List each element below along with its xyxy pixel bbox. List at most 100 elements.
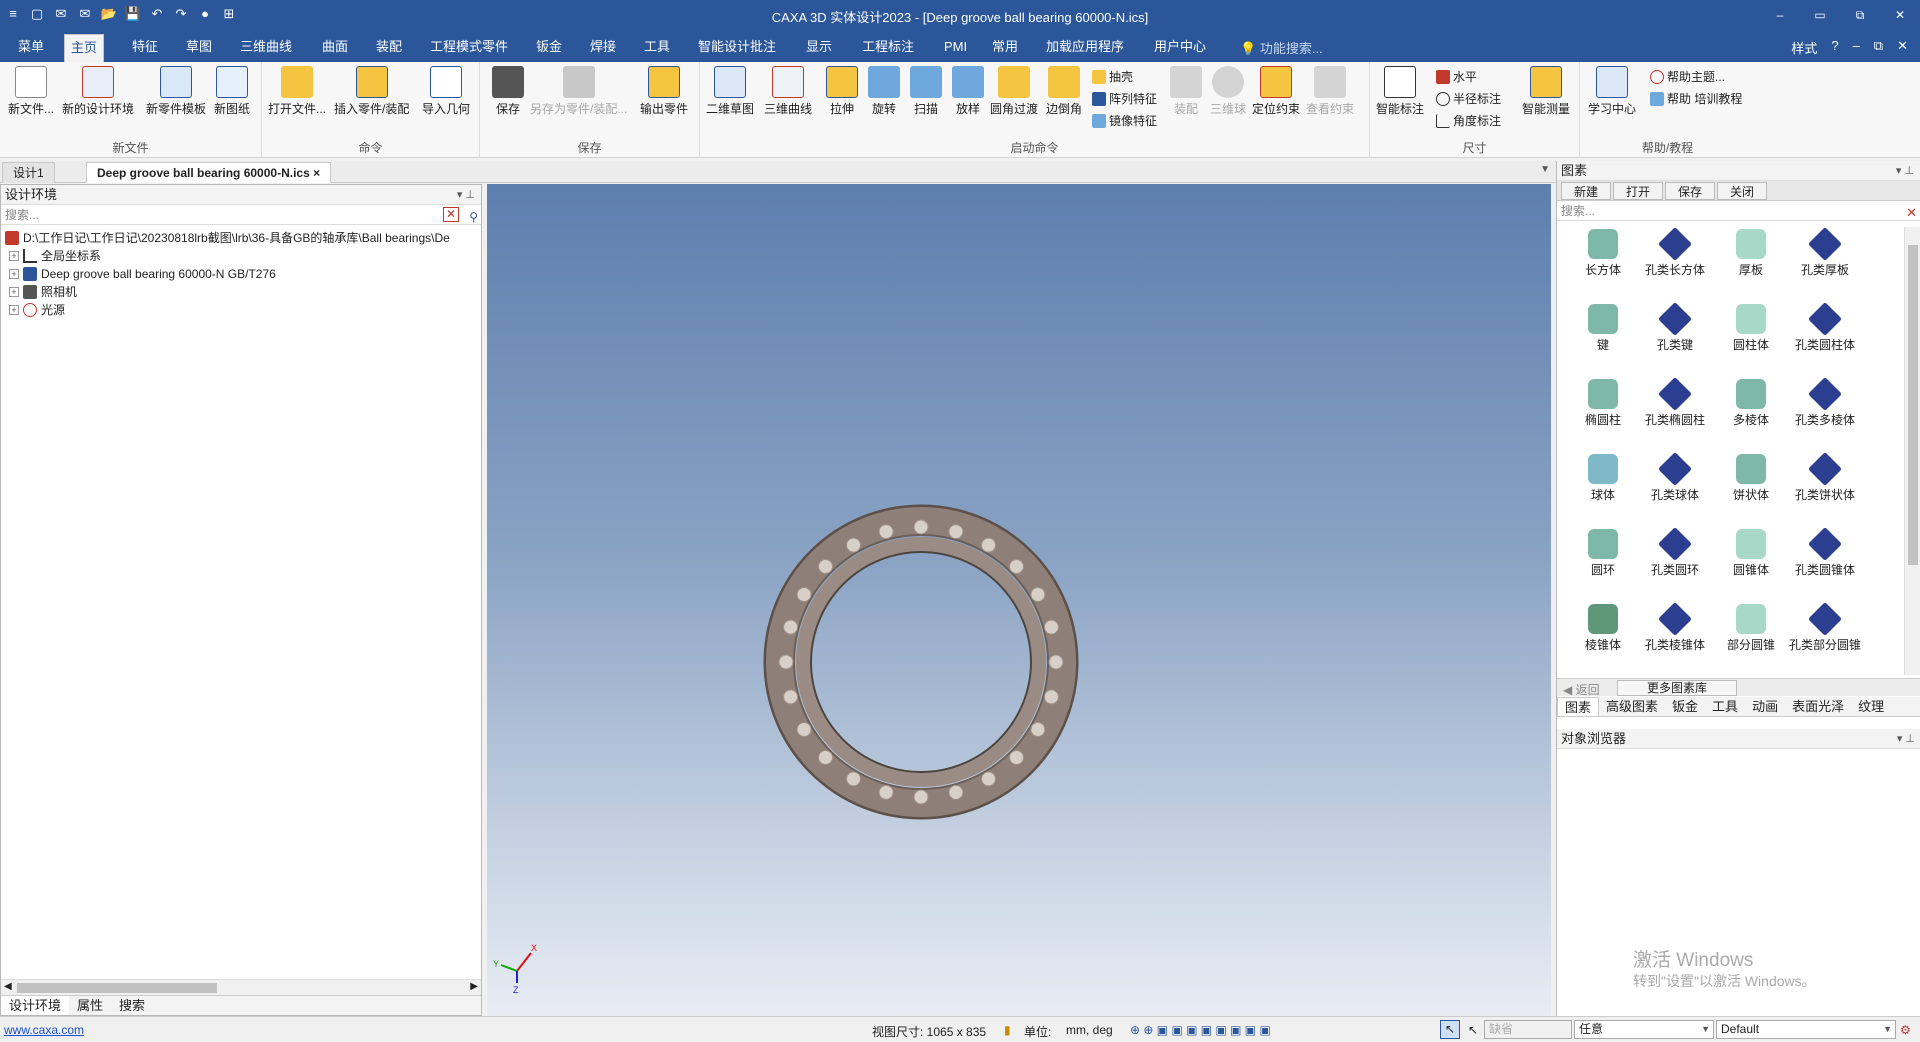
- library-item[interactable]: 孔类多棱体: [1787, 377, 1863, 428]
- style-combo[interactable]: Default ▼: [1716, 1020, 1896, 1039]
- new-part-template-button[interactable]: 新零件模板: [146, 66, 206, 117]
- library-item[interactable]: 部分圆锥: [1713, 604, 1789, 653]
- tab-weld[interactable]: 焊接: [584, 34, 622, 62]
- style-menu[interactable]: 样式: [1791, 38, 1817, 57]
- revolve-button[interactable]: 旋转: [868, 66, 900, 117]
- ribbon-close-icon[interactable]: ✕: [1897, 38, 1908, 57]
- learning-center-button[interactable]: 学习中心: [1588, 66, 1636, 117]
- lib-tab-texture[interactable]: 纹理: [1851, 697, 1891, 716]
- close-button[interactable]: ✕: [1880, 0, 1920, 30]
- library-item[interactable]: 孔类椭圆柱: [1637, 377, 1713, 428]
- tab-feature[interactable]: 特征: [126, 34, 164, 62]
- render-icon[interactable]: ⚙: [1900, 1023, 1911, 1037]
- horizontal-button[interactable]: 水平: [1436, 68, 1477, 85]
- expand-icon[interactable]: +: [9, 251, 19, 261]
- restore-button[interactable]: ▭: [1800, 0, 1840, 30]
- tab-addins[interactable]: 加载应用程序: [1040, 34, 1130, 62]
- sweep-button[interactable]: 扫描: [910, 66, 942, 117]
- bearing-model[interactable]: X Y Z: [487, 184, 1551, 1016]
- export-part-button[interactable]: 输出零件: [640, 66, 688, 117]
- insert-part-button[interactable]: 插入零件/装配: [334, 66, 409, 117]
- shell-button[interactable]: 抽壳: [1092, 68, 1133, 85]
- library-item[interactable]: 圆环: [1565, 529, 1641, 578]
- tree-item-camera[interactable]: + 照相机: [5, 283, 481, 301]
- 3d-viewport[interactable]: X Y Z: [487, 184, 1551, 1016]
- tab-search[interactable]: 搜索: [111, 996, 153, 1015]
- library-item[interactable]: 孔类圆锥体: [1787, 527, 1863, 578]
- library-item[interactable]: 饼状体: [1713, 454, 1789, 503]
- library-search-input[interactable]: 搜索... ✕: [1557, 201, 1920, 221]
- tab-3d-curve[interactable]: 三维曲线: [234, 34, 298, 62]
- filter-icon[interactable]: ⚲: [469, 207, 478, 227]
- minimize-button[interactable]: –: [1760, 0, 1800, 30]
- save-as-part-button[interactable]: 另存为零件/装配...: [530, 66, 627, 117]
- tree-item-root[interactable]: D:\工作日记\工作日记\20230818lrb截图\lrb\36-具备GB的轴…: [5, 229, 481, 247]
- tab-design-env[interactable]: 设计环境: [1, 996, 70, 1015]
- lib-tab-animation[interactable]: 动画: [1745, 697, 1785, 716]
- clear-search-icon[interactable]: ✕: [443, 207, 459, 222]
- help-icon[interactable]: ?: [1831, 38, 1838, 57]
- expand-icon[interactable]: +: [9, 287, 19, 297]
- library-item[interactable]: 孔类球体: [1637, 452, 1713, 503]
- library-item[interactable]: 孔类饼状体: [1787, 452, 1863, 503]
- tab-home[interactable]: 主页: [64, 34, 105, 62]
- library-item[interactable]: 棱锥体: [1565, 604, 1641, 653]
- new-drawing-button[interactable]: 新图纸: [214, 66, 250, 117]
- view-constraint-button[interactable]: 查看约束: [1306, 66, 1354, 117]
- library-item[interactable]: 孔类键: [1637, 302, 1713, 353]
- library-item[interactable]: 孔类厚板: [1787, 227, 1863, 278]
- tab-engineering-dim[interactable]: 工程标注: [856, 34, 920, 62]
- clear-search-icon[interactable]: ✕: [1906, 203, 1917, 223]
- lib-tab-sheet-metal[interactable]: 钣金: [1665, 697, 1705, 716]
- library-item[interactable]: 孔类长方体: [1637, 227, 1713, 278]
- back-button[interactable]: ◀ 返回: [1563, 681, 1600, 698]
- horizontal-scrollbar[interactable]: ◀ ▶: [1, 979, 481, 995]
- tab-surface[interactable]: 曲面: [316, 34, 354, 62]
- library-item[interactable]: 球体: [1565, 454, 1641, 503]
- chamfer-button[interactable]: 边倒角: [1046, 66, 1082, 117]
- save-button[interactable]: 保存: [492, 66, 524, 117]
- tab-dropdown-icon[interactable]: ▼: [1540, 164, 1550, 175]
- library-item[interactable]: 长方体: [1565, 229, 1641, 278]
- new-design-env-button[interactable]: 新的设计环境: [62, 66, 134, 117]
- tab-common[interactable]: 常用: [986, 34, 1024, 62]
- tab-display[interactable]: 显示: [800, 34, 838, 62]
- tab-sheet-metal[interactable]: 钣金: [530, 34, 568, 62]
- library-item[interactable]: 键: [1565, 304, 1641, 353]
- tab-pmi[interactable]: PMI: [938, 34, 973, 62]
- doc-tab-bearing[interactable]: Deep groove ball bearing 60000-N.ics ×: [86, 162, 332, 183]
- library-close-button[interactable]: 关闭: [1717, 182, 1768, 200]
- help-topics-button[interactable]: 帮助主题...: [1650, 68, 1725, 85]
- ribbon-restore-icon[interactable]: ⧉: [1874, 38, 1883, 57]
- tab-smart-annotation[interactable]: 智能设计批注: [692, 34, 782, 62]
- assemble-button[interactable]: 装配: [1170, 66, 1202, 117]
- ball-3d-button[interactable]: 三维球: [1210, 66, 1246, 117]
- tab-tools[interactable]: 工具: [638, 34, 676, 62]
- mirror-button[interactable]: 镜像特征: [1092, 112, 1157, 129]
- sketch-2d-button[interactable]: 二维草图: [706, 66, 754, 117]
- tab-sketch[interactable]: 草图: [180, 34, 218, 62]
- scroll-right-icon[interactable]: ▶: [470, 981, 478, 992]
- library-item[interactable]: 椭圆柱: [1565, 379, 1641, 428]
- tree-item-light[interactable]: + 光源: [5, 301, 481, 319]
- pick-arrow-icon[interactable]: ↖: [1468, 1023, 1478, 1037]
- scroll-left-icon[interactable]: ◀: [4, 981, 12, 992]
- tree-search-input[interactable]: 搜索... ✕ ⚲: [1, 205, 481, 225]
- library-item[interactable]: 圆柱体: [1713, 304, 1789, 353]
- doc-tab-design1[interactable]: 设计1: [2, 162, 55, 183]
- pin-icon[interactable]: ▾ ⊥: [457, 185, 475, 205]
- ribbon-minimize-icon[interactable]: –: [1853, 38, 1860, 57]
- tree-item-bearing[interactable]: + Deep groove ball bearing 60000-N GB/T27…: [5, 265, 481, 283]
- tree-item-global-coords[interactable]: + 全局坐标系: [5, 247, 481, 265]
- caxa-link[interactable]: www.caxa.com: [4, 1023, 84, 1037]
- lib-tab-elements[interactable]: 图素: [1557, 697, 1600, 716]
- lib-tab-tools[interactable]: 工具: [1705, 697, 1745, 716]
- extrude-button[interactable]: 拉伸: [826, 66, 858, 117]
- position-constraint-button[interactable]: 定位约束: [1252, 66, 1300, 117]
- pin-icon[interactable]: ▾ ⊥: [1896, 161, 1914, 181]
- close-icon[interactable]: ×: [313, 166, 320, 180]
- fillet-button[interactable]: 圆角过渡: [990, 66, 1038, 117]
- tab-menu[interactable]: 菜单: [12, 34, 50, 62]
- curve-3d-button[interactable]: 三维曲线: [764, 66, 812, 117]
- angle-dim-button[interactable]: 角度标注: [1436, 112, 1501, 129]
